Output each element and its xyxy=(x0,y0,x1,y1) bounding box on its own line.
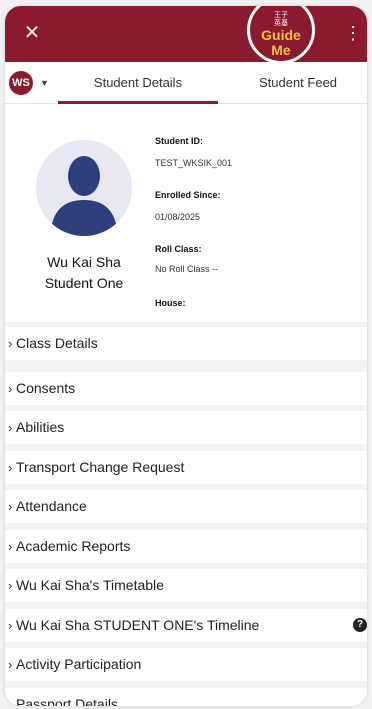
section-attendance[interactable]: › Attendance xyxy=(5,490,367,523)
top-app-bar: ✕ 王子 英基 Guide Me ⋮ xyxy=(5,6,367,64)
section-label: Consents xyxy=(16,380,76,396)
chevron-right-icon: › xyxy=(8,618,13,633)
section-label: Passport Details xyxy=(16,696,118,706)
guide-label-line1: Guide xyxy=(261,27,301,43)
enrolled-since-value: 01/08/2025 xyxy=(155,212,201,222)
section-label: Academic Reports xyxy=(16,538,131,554)
chevron-down-icon[interactable]: ▼ xyxy=(40,74,49,92)
section-academic-reports[interactable]: › Academic Reports xyxy=(5,530,367,563)
chevron-right-icon: › xyxy=(8,381,13,396)
tab-student-feed[interactable]: Student Feed xyxy=(229,62,367,104)
user-silhouette-icon xyxy=(36,140,132,236)
chevron-right-icon: › xyxy=(8,499,13,514)
student-name: Wu Kai Sha Student One xyxy=(13,252,155,294)
section-label: Wu Kai Sha STUDENT ONE's Timeline xyxy=(16,617,260,633)
roll-class-label: Roll Class: xyxy=(155,244,202,254)
app-window: ✕ 王子 英基 Guide Me ⋮ WS ▼ Student Details … xyxy=(5,6,367,706)
chevron-right-icon: › xyxy=(8,697,13,706)
section-abilities[interactable]: › Abilities xyxy=(5,411,367,444)
student-id-value: TEST_WKSIK_001 xyxy=(155,158,233,168)
section-timeline[interactable]: › Wu Kai Sha STUDENT ONE's Timeline ? xyxy=(5,609,367,642)
close-icon[interactable]: ✕ xyxy=(17,18,47,48)
chevron-right-icon: › xyxy=(8,420,13,435)
house-label: House: xyxy=(155,298,186,308)
section-transport-change-request[interactable]: › Transport Change Request xyxy=(5,451,367,484)
chevron-right-icon: › xyxy=(8,657,13,672)
more-vert-icon[interactable]: ⋮ xyxy=(343,20,363,46)
roll-class-value: No Roll Class -- xyxy=(155,264,219,274)
student-avatar-switcher[interactable]: WS xyxy=(9,71,33,95)
guide-logo-text: 王子 英基 xyxy=(274,12,288,27)
guide-label-line2: Me xyxy=(271,42,291,58)
section-label: Transport Change Request xyxy=(16,459,185,475)
section-passport-details[interactable]: › Passport Details xyxy=(5,688,367,706)
chevron-right-icon: › xyxy=(8,336,13,351)
student-profile-card: Wu Kai Sha Student One Student ID: TEST_… xyxy=(5,104,367,322)
section-class-details[interactable]: › Class Details xyxy=(5,327,367,360)
section-activity-participation[interactable]: › Activity Participation xyxy=(5,648,367,681)
section-timetable[interactable]: › Wu Kai Sha's Timetable xyxy=(5,569,367,602)
chevron-right-icon: › xyxy=(8,539,13,554)
tab-bar: WS ▼ Student Details Student Feed xyxy=(5,62,367,104)
student-name-line2: Student One xyxy=(44,275,124,291)
student-id-label: Student ID: xyxy=(155,136,203,146)
section-consents[interactable]: › Consents xyxy=(5,372,367,405)
student-name-line1: Wu Kai Sha xyxy=(47,254,121,270)
guide-me-button[interactable]: 王子 英基 Guide Me xyxy=(247,6,315,64)
section-label: Attendance xyxy=(16,498,87,514)
section-label: Activity Participation xyxy=(16,656,142,672)
section-label: Abilities xyxy=(16,419,65,435)
tab-student-details[interactable]: Student Details xyxy=(58,62,218,104)
help-circle-icon[interactable]: ? xyxy=(353,618,367,632)
chevron-right-icon: › xyxy=(8,460,13,475)
section-label: Wu Kai Sha's Timetable xyxy=(16,577,164,593)
section-label: Class Details xyxy=(16,335,98,351)
chevron-right-icon: › xyxy=(8,578,13,593)
enrolled-since-label: Enrolled Since: xyxy=(155,190,221,200)
